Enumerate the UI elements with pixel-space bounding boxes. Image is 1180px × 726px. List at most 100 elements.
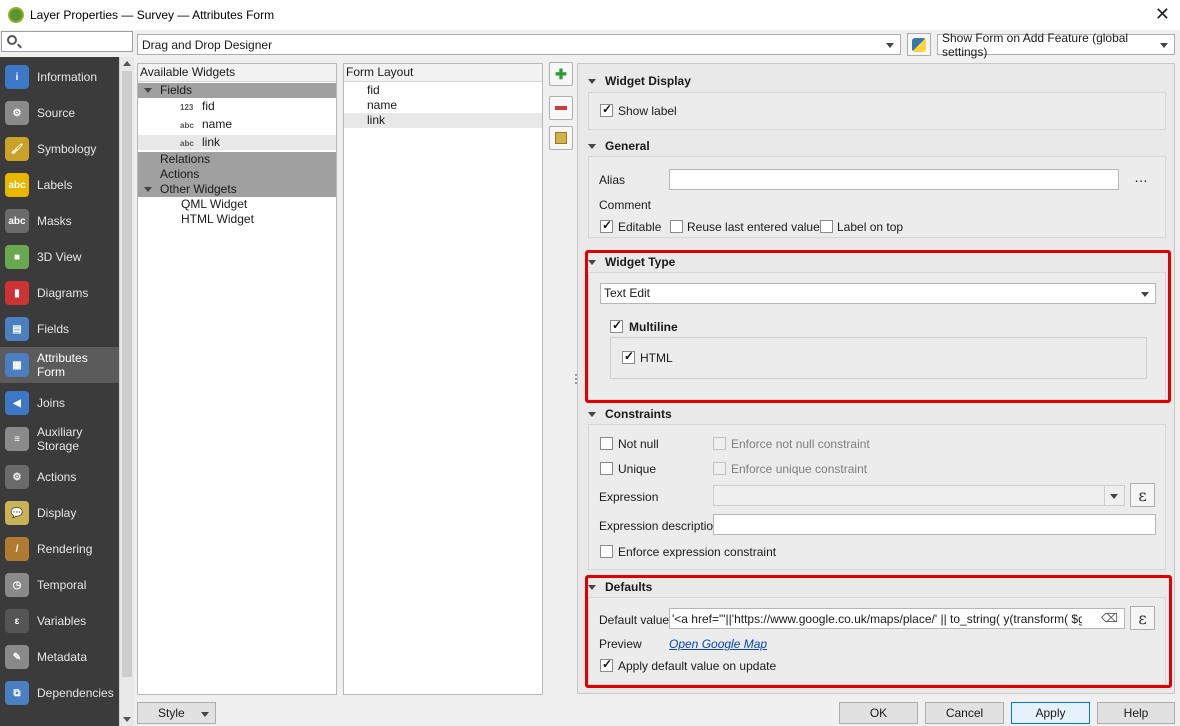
sidebar-item-rendering[interactable]: / Rendering — [0, 531, 119, 567]
sidebar-item-label: Masks — [37, 214, 72, 228]
expand-arrow-icon[interactable] — [144, 187, 152, 193]
metadata-icon: ✎ — [5, 645, 29, 669]
fields-icon: ▤ — [5, 317, 29, 341]
python-init-button[interactable] — [907, 33, 931, 56]
integer-type-icon: 123 — [180, 103, 194, 112]
reuse-last-value-checkbox[interactable] — [670, 220, 683, 233]
form-item-fid[interactable]: fid — [367, 83, 380, 98]
form-item-name[interactable]: name — [367, 98, 397, 113]
widget-type-section-header[interactable]: Widget Type — [588, 254, 675, 270]
sidebar-item-information[interactable]: i Information — [0, 59, 119, 95]
apply-button[interactable]: Apply — [1011, 702, 1090, 724]
epsilon-icon: ε — [5, 609, 29, 633]
widget-type-select[interactable]: Text Edit — [600, 283, 1156, 304]
sidebar-item-dependencies[interactable]: ⧉ Dependencies — [0, 675, 119, 711]
enforce-expression-checkbox[interactable] — [600, 545, 613, 558]
clear-icon[interactable]: ⌫ — [1101, 611, 1118, 625]
collapse-arrow-icon[interactable] — [588, 78, 596, 84]
html-checkbox[interactable] — [622, 349, 635, 364]
tree-item-link[interactable]: abc link — [138, 135, 336, 150]
search-icon — [7, 35, 17, 45]
alias-options-button[interactable]: … — [1134, 169, 1148, 185]
sidebar-item-display[interactable]: 💬 Display — [0, 495, 119, 531]
multiline-checkbox[interactable] — [610, 318, 623, 333]
plus-icon: ✚ — [555, 65, 567, 82]
default-expression-builder-button[interactable]: ε — [1130, 606, 1155, 630]
sidebar-item-labels[interactable]: abc Labels — [0, 167, 119, 203]
sidebar-item-symbology[interactable]: 🖌 Symbology — [0, 131, 119, 167]
collapse-arrow-icon[interactable] — [588, 411, 596, 417]
not-null-checkbox[interactable] — [600, 437, 613, 450]
add-container-button[interactable]: ✚ — [549, 62, 573, 86]
defaults-section-header[interactable]: Defaults — [588, 579, 652, 595]
available-widgets-header: Available Widgets — [138, 64, 336, 82]
scroll-thumb[interactable] — [122, 71, 132, 677]
sidebar-item-joins[interactable]: ◀ Joins — [0, 385, 119, 421]
close-icon[interactable]: ✕ — [1155, 4, 1170, 24]
show-label-checkbox[interactable] — [600, 102, 613, 117]
unique-checkbox[interactable] — [600, 462, 613, 475]
enforce-not-null-label: Enforce not null constraint — [731, 437, 870, 451]
actions-icon: ⚙ — [5, 465, 29, 489]
search-input[interactable] — [1, 31, 133, 52]
collapse-arrow-icon[interactable] — [588, 584, 596, 590]
collapse-arrow-icon[interactable] — [588, 259, 596, 265]
unique-label: Unique — [618, 462, 657, 476]
help-button[interactable]: Help — [1097, 702, 1175, 724]
sidebar-item-fields[interactable]: ▤ Fields — [0, 311, 119, 347]
tree-group-actions[interactable]: Actions — [138, 167, 336, 182]
show-form-select[interactable]: Show Form on Add Feature (global setting… — [937, 31, 1175, 59]
sidebar-item-attributes-form[interactable]: ▦ Attributes Form — [0, 347, 119, 383]
enforce-unique-checkbox[interactable] — [713, 462, 726, 475]
sidebar-item-label: Information — [37, 70, 98, 84]
cancel-button[interactable]: Cancel — [925, 702, 1004, 724]
form-item-link[interactable]: link — [344, 113, 542, 128]
designer-mode-select[interactable]: Drag and Drop Designer — [137, 34, 901, 55]
scroll-down-icon[interactable] — [123, 717, 131, 722]
expand-arrow-icon[interactable] — [144, 88, 152, 94]
preview-link[interactable]: Open Google Map — [669, 637, 767, 651]
label-on-top-checkbox[interactable] — [820, 220, 833, 233]
sidebar-item-diagrams[interactable]: ▮ Diagrams — [0, 275, 119, 311]
sidebar-item-3d-view[interactable]: ■ 3D View — [0, 239, 119, 275]
tree-group-fields[interactable]: Fields — [138, 83, 336, 98]
sidebar-item-label: Rendering — [37, 542, 93, 556]
apply-on-update-checkbox[interactable] — [600, 657, 613, 672]
sidebar-item-temporal[interactable]: ◷ Temporal — [0, 567, 119, 603]
sidebar-item-label: Fields — [37, 322, 70, 336]
sidebar-item-actions[interactable]: ⚙ Actions — [0, 459, 119, 495]
tree-item-fid[interactable]: 123 fid — [180, 99, 215, 114]
alias-input[interactable] — [669, 169, 1119, 190]
paintbrush-icon: 🖌 — [5, 137, 29, 161]
expression-label: Expression — [599, 490, 659, 504]
tree-group-relations[interactable]: Relations — [138, 152, 336, 167]
enforce-not-null-checkbox[interactable] — [713, 437, 726, 450]
default-value-text: '<a href="'||'https://www.google.co.uk/m… — [672, 612, 1082, 626]
ok-button[interactable]: OK — [839, 702, 918, 724]
expression-builder-button[interactable]: ε — [1130, 483, 1155, 507]
sidebar-item-variables[interactable]: ε Variables — [0, 603, 119, 639]
sidebar-item-metadata[interactable]: ✎ Metadata — [0, 639, 119, 675]
widget-display-section-header[interactable]: Widget Display — [588, 73, 691, 89]
edit-item-button[interactable] — [549, 126, 573, 150]
editable-checkbox[interactable] — [600, 218, 613, 233]
tree-item-html-widget[interactable]: HTML Widget — [181, 212, 254, 227]
sidebar-scrollbar[interactable] — [119, 57, 134, 726]
tree-group-other-widgets[interactable]: Other Widgets — [138, 182, 336, 197]
sidebar-item-auxiliary-storage[interactable]: ≡ Auxiliary Storage — [0, 421, 119, 457]
collapse-arrow-icon[interactable] — [588, 143, 596, 149]
general-section-header[interactable]: General — [588, 138, 650, 154]
constraints-section: Not null Enforce not null constraint Uni… — [588, 424, 1166, 570]
expression-description-input[interactable] — [713, 514, 1156, 535]
remove-item-button[interactable] — [549, 96, 573, 120]
style-menu-button[interactable]: Style — [137, 702, 216, 724]
defaults-section: Default value '<a href="'||'https://www.… — [588, 597, 1166, 685]
sidebar-item-masks[interactable]: abc Masks — [0, 203, 119, 239]
sidebar-item-source[interactable]: ⚙ Source — [0, 95, 119, 131]
default-value-input[interactable]: '<a href="'||'https://www.google.co.uk/m… — [669, 608, 1125, 629]
tree-item-name[interactable]: abc name — [180, 117, 232, 132]
scroll-up-icon[interactable] — [123, 61, 131, 66]
expression-input[interactable] — [713, 485, 1125, 506]
constraints-section-header[interactable]: Constraints — [588, 406, 672, 422]
tree-item-qml-widget[interactable]: QML Widget — [181, 197, 247, 212]
